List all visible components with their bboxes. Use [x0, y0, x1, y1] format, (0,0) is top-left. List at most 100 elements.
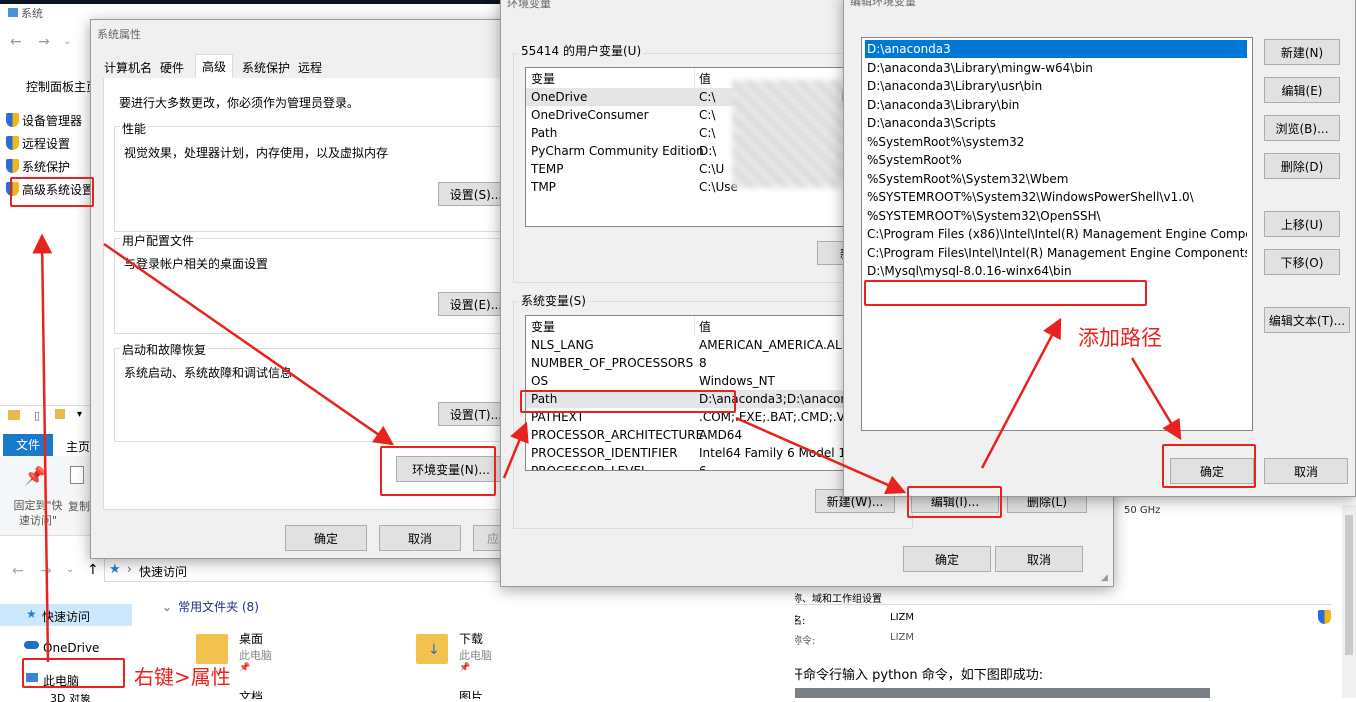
copy-button[interactable]: 复制: [68, 498, 90, 514]
path-item[interactable]: D:\anaconda3\Library\usr\bin: [865, 77, 1247, 95]
new-folder-icon[interactable]: [55, 409, 65, 419]
path-list[interactable]: D:\anaconda3 D:\anaconda3\Library\mingw-…: [861, 37, 1253, 431]
var-name: TMP: [531, 180, 556, 194]
privacy-blur: [732, 80, 844, 188]
var-name: PATHEXT: [531, 410, 585, 424]
path-item[interactable]: D:\anaconda3\Library\mingw-w64\bin: [865, 59, 1247, 77]
header-value[interactable]: 值: [699, 70, 711, 88]
cancel-button[interactable]: 取消: [995, 546, 1083, 572]
ok-button[interactable]: 确定: [903, 546, 991, 572]
close-icon[interactable]: ✕: [1340, 0, 1351, 5]
up-arrow-icon[interactable]: ↑: [87, 562, 99, 578]
cancel-button[interactable]: 取消: [379, 525, 461, 551]
performance-desc: 视觉效果，处理器计划，内存使用，以及虚拟内存: [124, 146, 389, 160]
path-item[interactable]: %SystemRoot%\System32\Wbem: [865, 170, 1247, 188]
cancel-button[interactable]: 取消: [1264, 458, 1348, 484]
ribbon-home-tab[interactable]: 主页: [66, 438, 90, 455]
path-item[interactable]: D:\anaconda3\Library\bin: [865, 96, 1247, 114]
cpu-speed-text: 50 GHz: [1124, 505, 1161, 516]
recent-chevron-icon[interactable]: ⌄: [66, 564, 74, 575]
nav-this-pc[interactable]: 此电脑: [0, 668, 132, 690]
folder-icon: [8, 410, 20, 420]
back-arrow-icon[interactable]: ←: [12, 563, 24, 579]
var-name: PyCharm Community Edition: [531, 144, 704, 158]
path-item[interactable]: %SYSTEMROOT%\System32\WindowsPowerShell\…: [865, 188, 1247, 206]
resize-grip-icon[interactable]: ◢: [1101, 573, 1108, 583]
shield-icon: [6, 113, 19, 127]
delete-button[interactable]: 删除(D): [1264, 153, 1340, 179]
var-value: Windows_NT: [699, 374, 775, 388]
startup-recovery-title: 启动和故障恢复: [120, 341, 209, 358]
forward-arrow-icon[interactable]: →: [40, 563, 52, 579]
path-item[interactable]: D:\anaconda3\Scripts: [865, 114, 1247, 132]
shield-icon: [1318, 610, 1331, 624]
system-protection-link[interactable]: 系统保护: [6, 158, 70, 175]
var-name: PROCESSOR_LEVEL: [531, 464, 648, 471]
header-variable[interactable]: 变量: [531, 70, 555, 88]
path-item[interactable]: C:\Program Files (x86)\Intel\Intel(R) Ma…: [865, 225, 1247, 243]
properties-icon[interactable]: ▯: [34, 409, 40, 422]
history-chevron-icon[interactable]: ⌄: [63, 36, 71, 47]
computer-icon: [26, 673, 38, 682]
quick-access-toolbar-dropdown-icon[interactable]: ▾: [77, 409, 82, 420]
edit-button[interactable]: 编辑(E): [1264, 77, 1340, 103]
tab-advanced[interactable]: 高级: [195, 54, 234, 78]
user-profile-group: [114, 238, 514, 334]
folder-downloads[interactable]: ↓ 下载 此电脑 📌: [416, 626, 536, 676]
dialog-title: 系统属性: [97, 28, 141, 41]
new-button[interactable]: 新建(N): [1264, 39, 1340, 65]
edit-text-button[interactable]: 编辑文本(T)...: [1264, 307, 1350, 333]
system-window-icon: [8, 8, 18, 17]
tab-computer-name[interactable]: 计算机名: [101, 58, 155, 78]
scrollbar[interactable]: [1342, 505, 1356, 698]
scrollbar-thumb[interactable]: [1345, 515, 1353, 655]
path-item[interactable]: %SYSTEMROOT%\System32\OpenSSH\: [865, 207, 1247, 225]
system-title: 系统: [8, 5, 43, 21]
ok-button[interactable]: 确定: [285, 525, 367, 551]
path-item[interactable]: D:\Mysql\mysql-8.0.16-winx64\bin: [865, 262, 1247, 280]
path-item[interactable]: C:\Program Files\Intel\Intel(R) Manageme…: [865, 244, 1247, 262]
environment-variables-button[interactable]: 环境变量(N)...: [396, 456, 506, 482]
dialog-title: 环境变量: [507, 0, 551, 10]
forward-arrow-icon[interactable]: →: [38, 34, 50, 50]
browse-button[interactable]: 浏览(B)...: [1264, 115, 1340, 141]
pin-to-quick-access-button[interactable]: 固定到"快速访问": [8, 498, 68, 528]
admin-note: 要进行大多数更改，你必须作为管理员登录。: [119, 96, 360, 110]
performance-title: 性能: [120, 120, 149, 137]
new-path-input[interactable]: [865, 282, 1145, 302]
header-value[interactable]: 值: [699, 318, 711, 336]
tab-remote[interactable]: 远程: [295, 58, 325, 78]
path-item[interactable]: D:\anaconda3: [865, 40, 1247, 58]
pin-icon[interactable]: 📌: [24, 466, 46, 487]
copy-icon[interactable]: [70, 466, 84, 484]
remote-settings-link[interactable]: 远程设置: [6, 135, 70, 152]
folder-desktop-location: 此电脑: [239, 649, 272, 662]
header-variable[interactable]: 变量: [531, 318, 555, 336]
tab-hardware[interactable]: 硬件: [157, 58, 187, 78]
shield-icon: [6, 159, 19, 173]
tab-system-protection[interactable]: 系统保护: [239, 58, 293, 78]
nav-quick-access[interactable]: ★ 快速访问: [0, 604, 132, 626]
var-name: OneDriveConsumer: [531, 108, 649, 122]
var-value: C:\U: [699, 162, 725, 176]
var-value: D:\: [699, 144, 717, 158]
path-item[interactable]: %SystemRoot%: [865, 151, 1247, 169]
ribbon-file-tab[interactable]: 文件: [3, 434, 53, 456]
var-name: TEMP: [531, 162, 564, 176]
column-divider: [694, 316, 695, 336]
nav-onedrive[interactable]: OneDrive: [0, 637, 132, 659]
advanced-system-settings-link[interactable]: 高级系统设置: [6, 181, 94, 198]
control-panel-home-link[interactable]: 控制面板主页: [26, 78, 98, 95]
frequent-folders-header[interactable]: ⌄ 常用文件夹 (8): [162, 598, 259, 615]
nav-3d-objects[interactable]: 3D 对象: [0, 694, 132, 702]
ok-button[interactable]: 确定: [1170, 458, 1254, 484]
var-name: Path: [531, 126, 558, 140]
move-up-button[interactable]: 上移(U): [1264, 211, 1340, 237]
annotation-add-path: 添加路径: [1078, 326, 1162, 350]
nav-this-pc-label: 此电脑: [43, 674, 80, 688]
device-manager-link[interactable]: 设备管理器: [6, 112, 82, 129]
cloud-icon: [24, 641, 39, 649]
back-arrow-icon[interactable]: ←: [10, 34, 22, 50]
move-down-button[interactable]: 下移(O): [1264, 249, 1340, 275]
path-item[interactable]: %SystemRoot%\system32: [865, 133, 1247, 151]
